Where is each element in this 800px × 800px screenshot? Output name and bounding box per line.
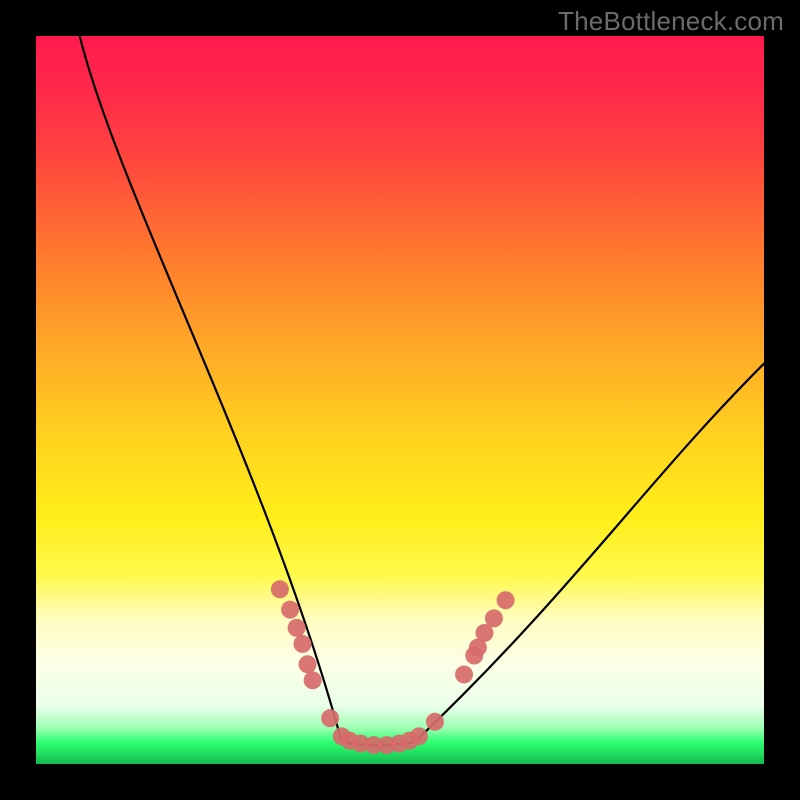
data-marker	[288, 619, 306, 637]
chart-frame: TheBottleneck.com	[0, 0, 800, 800]
data-marker	[485, 609, 503, 627]
data-marker	[304, 671, 322, 689]
watermark-text: TheBottleneck.com	[558, 6, 784, 37]
chart-overlay	[36, 36, 764, 764]
data-marker	[299, 655, 317, 673]
data-marker	[497, 591, 515, 609]
data-marker	[410, 727, 428, 745]
data-markers	[271, 580, 515, 754]
plot-area	[36, 36, 764, 764]
data-marker	[426, 713, 444, 731]
data-marker	[321, 709, 339, 727]
data-marker	[293, 635, 311, 653]
bottleneck-curve	[80, 36, 764, 745]
data-marker	[455, 665, 473, 683]
curve-path	[80, 36, 764, 745]
data-marker	[281, 601, 299, 619]
data-marker	[271, 580, 289, 598]
